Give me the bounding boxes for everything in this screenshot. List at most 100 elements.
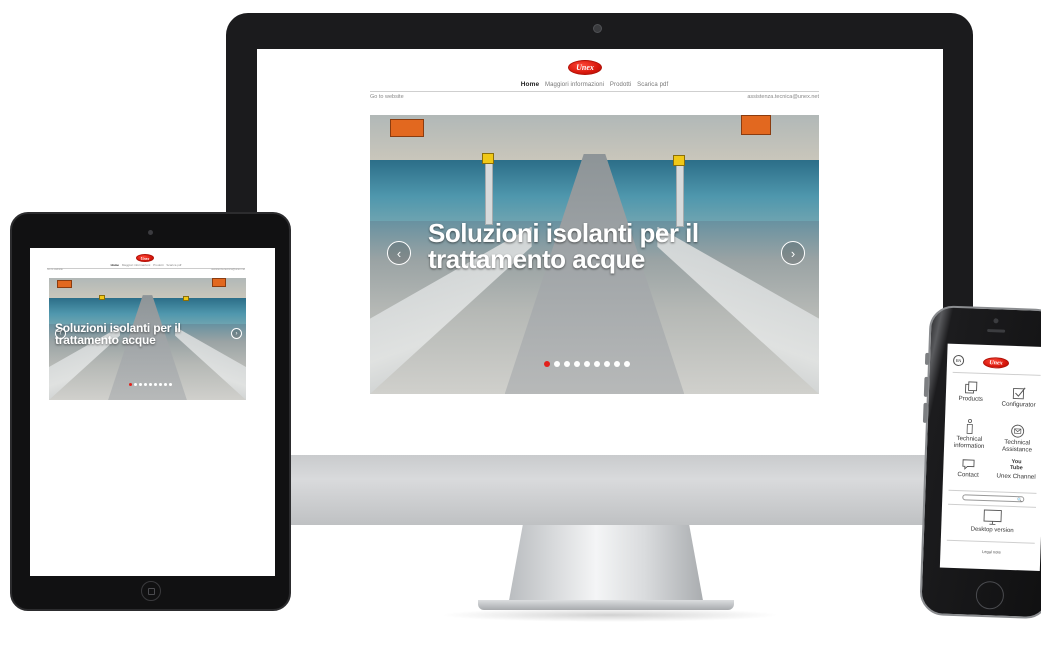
hero-title-line2: trattamento acque [55, 333, 156, 347]
imac-base [478, 600, 734, 610]
slider-next-arrow-icon[interactable]: › [781, 241, 805, 265]
hero-title-line1: Soluzioni isolanti per il [428, 218, 699, 248]
unex-logo-mobile[interactable]: Unex [982, 356, 1010, 369]
phone-divider [948, 503, 1037, 508]
slider-dots [129, 383, 172, 386]
slider-prev-arrow-icon[interactable]: ‹ [387, 241, 411, 265]
mobile-legal-note-link[interactable]: Legal note [960, 548, 1022, 555]
nav-more-info[interactable]: Maggiori informazioni [545, 82, 604, 88]
hero-yellow-box-right [183, 296, 189, 301]
imac-chin [226, 455, 973, 525]
mobile-technical-assistance-button[interactable]: Technical Assistance [994, 423, 1041, 454]
hero-yellow-box-left [99, 295, 105, 300]
hero-orange-box-left [390, 119, 424, 137]
imac-base-shadow [440, 608, 780, 622]
phone-divider [952, 371, 1041, 376]
iphone-device: EN Unex Products Configurator Technical … [919, 305, 1041, 620]
slider-dot[interactable] [149, 383, 152, 386]
slider-dot[interactable] [164, 383, 167, 386]
imac-device: Unex Home Maggiori informazioni Prodotti… [226, 13, 973, 525]
mobile-technical-information-label: Technical information [953, 435, 985, 450]
mobile-search-input[interactable]: 🔍 [962, 494, 1025, 503]
mobile-configurator-label: Configurator [1001, 400, 1036, 409]
imac-screen: Unex Home Maggiori informazioni Prodotti… [257, 49, 943, 455]
phone-speaker [987, 329, 1006, 333]
slider-dot[interactable] [554, 361, 560, 367]
slider-dot[interactable] [614, 361, 620, 367]
hero-yellow-box-right [673, 155, 685, 166]
slider-dot[interactable] [604, 361, 610, 367]
language-selector[interactable]: EN [952, 354, 965, 367]
desktop-monitor-icon [983, 509, 1002, 525]
nav-download-pdf[interactable]: Scarica pdf [637, 82, 668, 88]
slider-dot[interactable] [564, 361, 570, 367]
slider-dot[interactable] [134, 383, 137, 386]
support-email-link[interactable]: assistenza.tecnica@unex.net [211, 268, 245, 271]
mobile-configurator-button[interactable]: Configurator [995, 385, 1041, 409]
info-icon [966, 418, 973, 434]
phone-home-button[interactable] [975, 580, 1005, 610]
tablet-hero-slider[interactable]: Soluzioni isolanti per il trattamento ac… [49, 278, 246, 400]
mobile-contact-label: Contact [957, 471, 979, 479]
mobile-unex-channel-button[interactable]: You Tube Unex Channel [993, 459, 1040, 481]
slider-dot[interactable] [154, 383, 157, 386]
slider-dots [544, 361, 630, 367]
slider-dot[interactable] [544, 361, 550, 367]
tablet-hero-title: Soluzioni isolanti per il trattamento ac… [55, 322, 181, 346]
slider-dot[interactable] [129, 383, 132, 386]
products-icon [964, 381, 978, 394]
slider-next-arrow-icon[interactable]: › [231, 328, 242, 339]
search-icon: 🔍 [1017, 497, 1023, 503]
slider-prev-arrow-icon[interactable]: ‹ [55, 328, 66, 339]
slider-dot[interactable] [139, 383, 142, 386]
nav-products[interactable]: Prodotti [610, 82, 631, 88]
slider-dot[interactable] [169, 383, 172, 386]
nav-download-pdf[interactable]: Scarica pdf [166, 263, 181, 267]
nav-home[interactable]: Home [111, 263, 119, 267]
ipad-device: Unex Home Maggiori informazioni Prodotti… [10, 212, 291, 611]
tablet-subbar: Go to website assistenza.tecnica@unex.ne… [47, 268, 245, 271]
hero-orange-box-left [57, 280, 72, 288]
unex-logo[interactable]: Unex [568, 60, 602, 75]
go-to-website-link[interactable]: Go to website [47, 268, 63, 271]
go-to-website-link[interactable]: Go to website [370, 94, 404, 100]
mobile-contact-button[interactable]: Contact [945, 458, 992, 480]
hero-slider[interactable]: Soluzioni isolanti per il trattamento ac… [370, 115, 819, 394]
phone-divider [948, 489, 1037, 494]
slider-dot[interactable] [584, 361, 590, 367]
support-email-link[interactable]: assistenza.tecnica@unex.net [747, 94, 819, 100]
hero-orange-box-right [212, 278, 226, 287]
desktop-subbar: Go to website assistenza.tecnica@unex.ne… [370, 94, 819, 100]
mail-icon [1011, 424, 1025, 438]
unex-logo-tablet[interactable]: Unex [136, 254, 154, 262]
ipad-home-button[interactable] [141, 581, 161, 601]
phone-volume-up [923, 376, 929, 397]
nav-home[interactable]: Home [521, 81, 539, 88]
mobile-technical-information-button[interactable]: Technical information [946, 418, 993, 451]
hero-yellow-box-left [482, 153, 494, 164]
phone-volume-down [922, 402, 928, 423]
slider-dot[interactable] [624, 361, 630, 367]
mobile-desktop-version-label: Desktop version [970, 526, 1014, 535]
mobile-technical-assistance-label: Technical Assistance [1001, 438, 1033, 454]
slider-dot[interactable] [159, 383, 162, 386]
hero-title: Soluzioni isolanti per il trattamento ac… [428, 220, 699, 272]
phone-mute-switch [924, 352, 930, 365]
desktop-nav: Home Maggiori informazioni Prodotti Scar… [370, 81, 819, 92]
hero-orange-box-right [741, 115, 771, 135]
chat-icon [962, 459, 975, 470]
slider-dot[interactable] [144, 383, 147, 386]
imac-stand [508, 520, 704, 606]
imac-camera [593, 24, 602, 33]
slider-dot[interactable] [574, 361, 580, 367]
slider-dot[interactable] [594, 361, 600, 367]
ipad-camera [148, 230, 153, 235]
nav-products[interactable]: Prodotti [153, 263, 163, 267]
phone-divider [946, 539, 1035, 544]
hero-post [676, 157, 684, 227]
phone-camera [993, 318, 999, 324]
mobile-products-label: Products [958, 395, 984, 403]
nav-more-info[interactable]: Maggiori informazioni [122, 263, 151, 267]
mobile-products-button[interactable]: Products [948, 380, 995, 404]
mobile-desktop-version-button[interactable]: Desktop version [961, 508, 1024, 534]
